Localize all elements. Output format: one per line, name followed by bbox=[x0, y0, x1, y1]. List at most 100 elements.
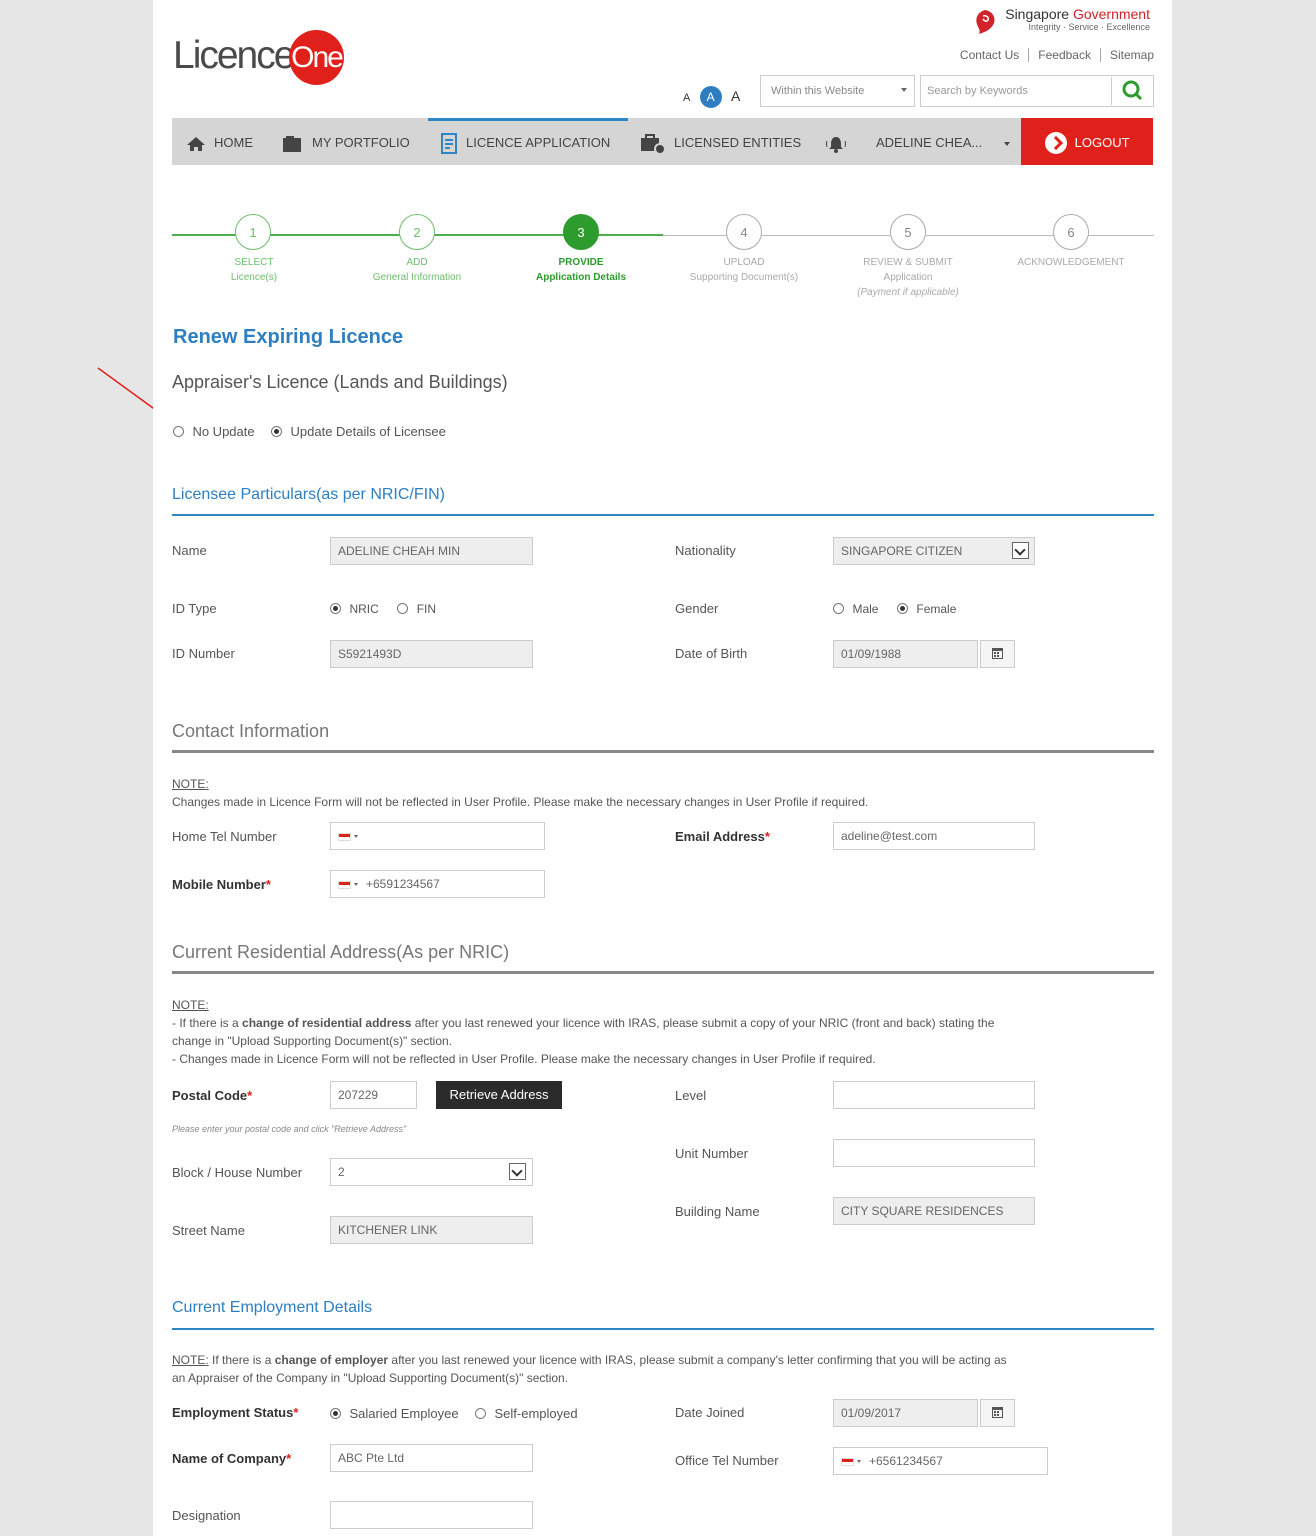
postal-code-label: Postal Code* bbox=[172, 1088, 253, 1103]
id-number-label: ID Number bbox=[172, 646, 235, 661]
salaried-employee-label: Salaried Employee bbox=[349, 1406, 459, 1421]
logout-button[interactable]: LOGOUT bbox=[1021, 118, 1153, 165]
licence-subtitle: Appraiser's Licence (Lands and Buildings… bbox=[172, 372, 508, 392]
step-3-circle: 3 bbox=[563, 214, 599, 250]
address-note: NOTE: - If there is a change of resident… bbox=[172, 998, 995, 1066]
unit-number-label: Unit Number bbox=[675, 1146, 748, 1161]
document-icon bbox=[441, 132, 457, 154]
search-button[interactable] bbox=[1111, 77, 1152, 105]
contact-us-link[interactable]: Contact Us bbox=[950, 48, 1030, 62]
step-4-circle: 4 bbox=[726, 214, 762, 250]
postal-code-field[interactable]: 207229 bbox=[330, 1081, 417, 1109]
employment-note: NOTE: If there is a change of employer a… bbox=[172, 1353, 1007, 1385]
step-6-label: ACKNOWLEDGEMENT bbox=[1017, 257, 1125, 268]
caret-down-icon bbox=[1003, 141, 1010, 146]
office-tel-field[interactable]: +6561234567 bbox=[833, 1447, 1048, 1475]
step-1-circle: 1 bbox=[235, 214, 271, 250]
building-name-field[interactable]: CITY SQUARE RESIDENCES bbox=[833, 1197, 1035, 1225]
contact-section-heading: Contact Information bbox=[172, 721, 330, 741]
search-scope-select[interactable]: Within this Website bbox=[760, 75, 915, 107]
nav-my-portfolio[interactable]: MY PORTFOLIO bbox=[282, 118, 410, 165]
user-menu[interactable]: ADELINE CHEA... bbox=[876, 118, 1010, 165]
arrow-right-circle-icon bbox=[1045, 131, 1067, 154]
font-medium-button[interactable]: A bbox=[699, 86, 722, 108]
id-type-group: NRIC FIN bbox=[330, 600, 436, 618]
gender-female-label: Female bbox=[916, 602, 957, 616]
section-divider bbox=[172, 971, 1154, 974]
step-2-circle: 2 bbox=[399, 214, 435, 250]
level-field[interactable] bbox=[833, 1081, 1035, 1109]
company-name-label: Name of Company* bbox=[172, 1451, 292, 1466]
name-field[interactable]: ADELINE CHEAH MIN bbox=[330, 537, 533, 565]
self-employed-radio[interactable] bbox=[475, 1408, 487, 1420]
portfolio-icon bbox=[283, 135, 301, 152]
font-small-button[interactable]: A bbox=[683, 92, 690, 104]
id-type-fin-radio[interactable] bbox=[397, 603, 409, 615]
gender-group: Male Female bbox=[833, 600, 956, 618]
salaried-employee-radio[interactable] bbox=[330, 1408, 341, 1420]
section-divider bbox=[172, 514, 1154, 516]
gender-male-radio[interactable] bbox=[833, 603, 844, 615]
home-tel-field[interactable] bbox=[330, 822, 545, 850]
office-tel-label: Office Tel Number bbox=[675, 1453, 779, 1468]
block-select[interactable]: 2 bbox=[330, 1158, 533, 1186]
calendar-icon bbox=[992, 648, 1003, 659]
feedback-link[interactable]: Feedback bbox=[1029, 48, 1101, 62]
dob-field[interactable]: 01/09/1988 bbox=[833, 640, 978, 668]
employment-status-label: Employment Status* bbox=[172, 1405, 299, 1420]
id-number-field[interactable]: S5921493D bbox=[330, 640, 533, 668]
retrieve-address-button[interactable]: Retrieve Address bbox=[436, 1081, 562, 1109]
nav-licensed-entities[interactable]: LICENSED ENTITIES bbox=[640, 118, 801, 165]
gender-female-radio[interactable] bbox=[896, 603, 908, 615]
step-5-circle: 5 bbox=[890, 214, 926, 250]
font-size-switcher: A A A bbox=[683, 86, 746, 108]
lion-head-icon bbox=[976, 10, 995, 34]
step-2-label: ADD General Information bbox=[372, 257, 462, 283]
briefcase-gear-icon bbox=[641, 133, 666, 155]
email-field[interactable]: adeline@test.com bbox=[833, 822, 1035, 850]
company-name-field[interactable]: ABC Pte Ltd bbox=[330, 1444, 533, 1472]
update-details-label: Update Details of Licensee bbox=[290, 424, 446, 439]
no-update-label: No Update bbox=[192, 424, 255, 439]
employment-status-group: Salaried Employee Self-employed bbox=[330, 1405, 578, 1423]
unit-number-field[interactable] bbox=[833, 1139, 1035, 1167]
section-divider bbox=[172, 750, 1154, 753]
nav-licence-application[interactable]: LICENCE APPLICATION bbox=[428, 118, 628, 165]
singapore-flag-icon bbox=[338, 880, 351, 889]
font-large-button[interactable]: A bbox=[731, 88, 740, 104]
notifications-bell[interactable] bbox=[824, 118, 856, 165]
update-option-group: No Update Update Details of Licensee bbox=[173, 423, 446, 441]
dropdown-arrow-icon bbox=[1012, 542, 1029, 559]
street-name-field[interactable]: KITCHENER LINK bbox=[330, 1216, 533, 1244]
id-type-label: ID Type bbox=[172, 601, 217, 616]
date-joined-field[interactable]: 01/09/2017 bbox=[833, 1399, 978, 1427]
date-joined-calendar-button[interactable] bbox=[980, 1399, 1015, 1427]
sitemap-link[interactable]: Sitemap bbox=[1101, 48, 1154, 62]
gender-male-label: Male bbox=[852, 602, 879, 616]
search-icon bbox=[1122, 80, 1143, 101]
dob-calendar-button[interactable] bbox=[980, 640, 1015, 668]
mobile-label: Mobile Number* bbox=[172, 877, 271, 892]
singapore-flag-icon bbox=[841, 1457, 854, 1466]
id-type-fin-label: FIN bbox=[416, 602, 437, 616]
id-type-nric-radio[interactable] bbox=[330, 603, 341, 615]
mobile-field[interactable]: +6591234567 bbox=[330, 870, 545, 898]
update-details-radio[interactable] bbox=[271, 426, 283, 438]
nav-home[interactable]: HOME bbox=[186, 118, 253, 165]
designation-label: Designation bbox=[172, 1508, 241, 1523]
step-1-label: SELECT Licence(s) bbox=[230, 257, 278, 283]
licenceone-logo[interactable]: Licence bbox=[173, 34, 295, 78]
nationality-select[interactable]: SINGAPORE CITIZEN bbox=[833, 537, 1035, 565]
main-nav: HOME MY PORTFOLIO LICENCE APPLICATION LI… bbox=[172, 118, 1153, 165]
designation-field[interactable] bbox=[330, 1501, 533, 1529]
search-input[interactable]: Search by Keywords bbox=[920, 75, 1154, 107]
top-links: Contact Us Feedback Sitemap bbox=[950, 48, 1154, 62]
employment-section-heading: Current Employment Details bbox=[172, 1299, 373, 1316]
page-container: Licence One Singapore Government Integri… bbox=[153, 0, 1172, 1536]
no-update-radio[interactable] bbox=[173, 426, 184, 438]
level-label: Level bbox=[675, 1088, 707, 1103]
dob-label: Date of Birth bbox=[675, 646, 748, 661]
caret-down-icon bbox=[354, 883, 358, 887]
postal-code-hint: Please enter your postal code and click … bbox=[172, 1124, 407, 1134]
licensee-section-heading: Licensee Particulars(as per NRIC/FIN) bbox=[172, 486, 445, 503]
